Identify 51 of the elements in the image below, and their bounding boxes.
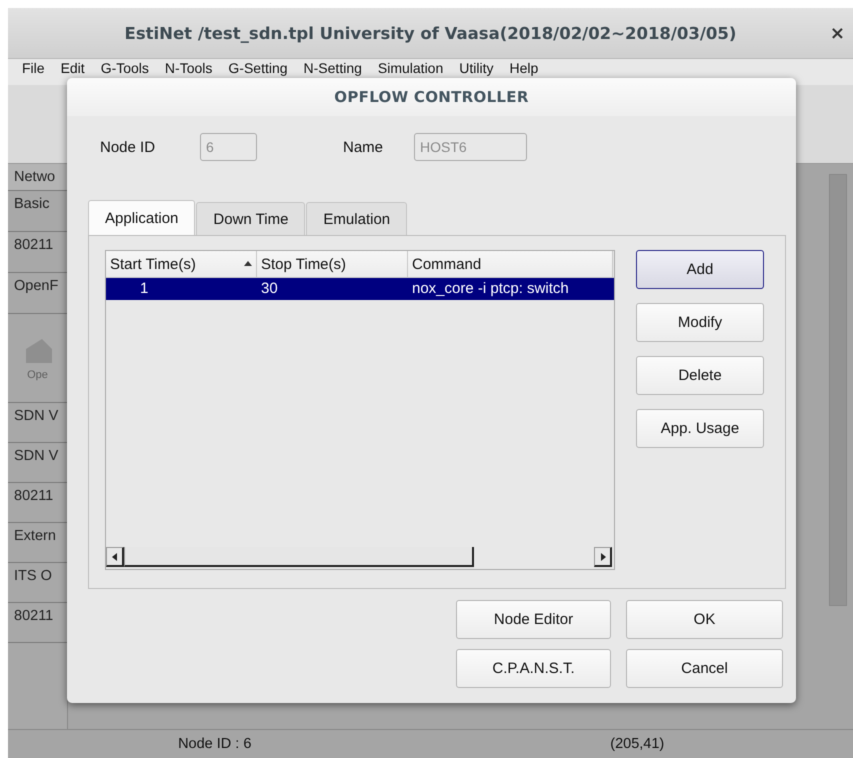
tab[interactable]: Down Time — [196, 202, 306, 235]
menu-item[interactable]: N-Setting — [296, 60, 370, 76]
menu-item[interactable]: G-Tools — [92, 60, 157, 76]
action-button[interactable]: Add — [636, 250, 764, 289]
field-label: Node ID — [100, 138, 156, 156]
table-row[interactable]: 1 30 nox_core -i ptcp: switch — [106, 278, 614, 300]
field-label: Name — [343, 138, 384, 156]
column-header[interactable]: Stop Time(s) — [257, 251, 408, 277]
right-arrow-icon — [598, 552, 606, 560]
scroll-right-button[interactable] — [594, 547, 612, 567]
sort-arrow-icon — [244, 260, 252, 268]
tab[interactable]: Emulation — [306, 202, 408, 235]
action-button[interactable]: Modify — [636, 303, 764, 342]
palette-category[interactable]: SDN V — [14, 448, 58, 464]
scrollbar-thumb[interactable] — [124, 547, 474, 567]
menu-item[interactable]: File — [14, 60, 53, 76]
tab[interactable]: Application — [88, 200, 196, 235]
window-title: EstiNet /test_sdn.tpl University of Vaasa(2018/02/02~2018/03/05) — [124, 24, 736, 42]
menu-item[interactable]: G-Setting — [220, 60, 296, 76]
table-cell-text: 1 — [139, 279, 150, 299]
left-arrow-icon — [110, 552, 118, 560]
dialog-button[interactable]: Cancel — [626, 649, 783, 688]
palette-category[interactable]: 80211 — [14, 608, 54, 624]
dialog-title: OPFLOW CONTROLLER — [334, 88, 529, 106]
menu-item[interactable]: Simulation — [370, 60, 452, 76]
table-cell-text: 30 — [260, 279, 279, 299]
scrollbar[interactable] — [829, 174, 847, 606]
table-cell-text: nox_core -i ptcp: switch — [411, 279, 570, 299]
menu-item[interactable]: N-Tools — [156, 60, 220, 76]
column-header[interactable]: Command — [408, 251, 613, 277]
column-header[interactable]: Start Time(s) — [106, 251, 257, 277]
dialog-button[interactable]: C.P.A.N.S.T. — [456, 649, 611, 688]
menu-item[interactable]: Edit — [52, 60, 93, 76]
close-button[interactable]: × — [830, 22, 845, 44]
palette-label: Ope — [27, 369, 48, 381]
dialog-button[interactable]: OK — [626, 600, 783, 639]
palette-category[interactable]: 80211 — [14, 237, 54, 253]
action-button[interactable]: App. Usage — [636, 409, 764, 448]
dialog-button[interactable]: Node Editor — [456, 600, 611, 639]
action-button[interactable]: Delete — [636, 356, 764, 395]
palette-category[interactable]: OpenF — [14, 278, 58, 294]
palette-category[interactable]: Extern — [14, 528, 56, 544]
palette-category[interactable]: 80211 — [14, 488, 54, 504]
palette-category[interactable]: Basic — [14, 196, 50, 212]
node-id-label: Node ID : 6 — [177, 736, 252, 752]
palette-category[interactable]: SDN V — [14, 408, 58, 424]
coordinates-label: (205,41) — [609, 736, 666, 752]
menu-item[interactable]: Help — [502, 60, 546, 76]
menu-item[interactable]: Utility — [451, 60, 502, 76]
palette-category[interactable]: ITS O — [14, 568, 52, 584]
scroll-left-button[interactable] — [106, 547, 124, 567]
